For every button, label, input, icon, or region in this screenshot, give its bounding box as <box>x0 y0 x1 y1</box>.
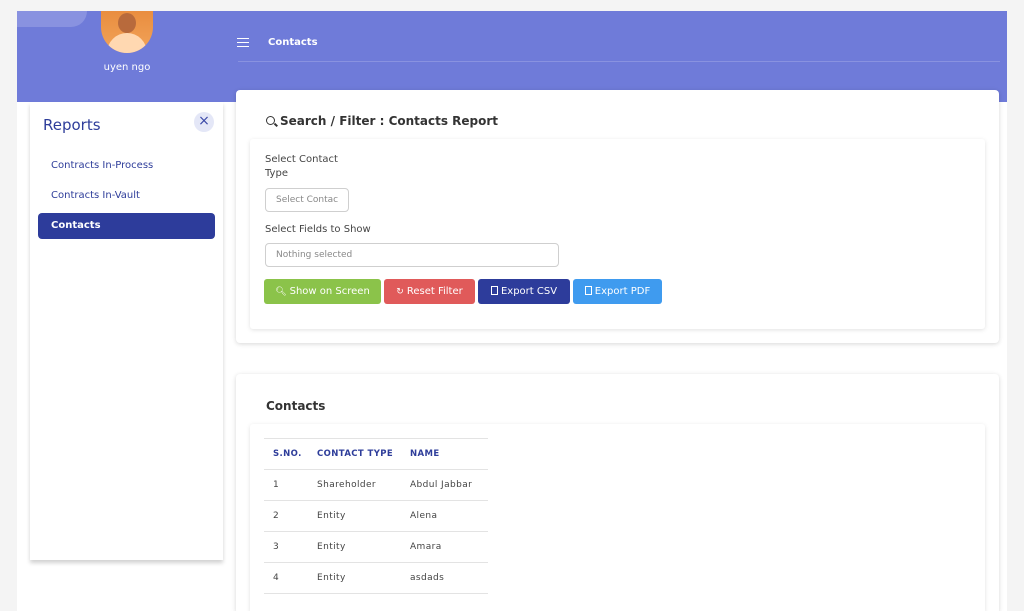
cell-contact-type: Shareholder <box>308 469 401 501</box>
show-on-screen-button[interactable]: 🔍︎ Show on Screen <box>264 279 381 304</box>
close-icon[interactable]: × <box>194 112 214 132</box>
table-row: 1 Shareholder Abdul Jabbar <box>264 469 488 501</box>
avatar-body <box>107 33 147 53</box>
cell-sno: 4 <box>264 562 308 594</box>
sidebar-item-contracts-in-process[interactable]: Contracts In-Process <box>38 153 215 179</box>
results-title: Contacts <box>266 399 326 413</box>
reset-filter-button[interactable]: ↻ Reset Filter <box>384 279 475 304</box>
table-header-row: S.NO. CONTACT TYPE NAME <box>264 438 488 470</box>
menu-icon[interactable] <box>237 38 249 47</box>
export-csv-button[interactable]: Export CSV <box>478 279 570 304</box>
cell-sno: 1 <box>264 469 308 501</box>
user-name: uyen ngo <box>103 62 151 73</box>
avatar-head <box>118 13 136 33</box>
file-icon <box>490 286 498 295</box>
column-header-name[interactable]: NAME <box>401 438 488 470</box>
cell-sno: 3 <box>264 531 308 563</box>
cell-contact-type: Entity <box>308 531 401 563</box>
cell-name: Amara <box>401 531 488 563</box>
filter-card-title: Search / Filter : Contacts Report <box>266 114 498 128</box>
column-header-contact-type[interactable]: CONTACT TYPE <box>308 438 401 470</box>
cell-sno: 2 <box>264 500 308 532</box>
filter-title-text: Search / Filter : Contacts Report <box>280 114 499 128</box>
search-icon: 🔍︎ <box>275 287 287 297</box>
cell-contact-type: Entity <box>308 562 401 594</box>
search-icon <box>266 116 275 125</box>
fields-select[interactable]: Nothing selected <box>265 243 559 267</box>
cell-contact-type: Entity <box>308 500 401 532</box>
header-decoration <box>17 11 87 27</box>
cell-name: asdads <box>401 562 488 594</box>
filter-card: Search / Filter : Contacts Report Select… <box>236 90 999 343</box>
show-button-label: Show on Screen <box>289 286 370 297</box>
top-header <box>17 11 1007 102</box>
avatar[interactable] <box>101 11 153 53</box>
table-row: 3 Entity Amara <box>264 531 488 563</box>
contacts-table: S.NO. CONTACT TYPE NAME 1 Shareholder Ab… <box>264 438 488 594</box>
fields-label: Select Fields to Show <box>265 224 371 235</box>
reset-button-label: Reset Filter <box>406 286 463 297</box>
header-divider <box>238 61 1000 62</box>
pdf-button-label: Export PDF <box>594 286 651 297</box>
file-pdf-icon <box>584 286 592 295</box>
sidebar-item-contacts[interactable]: Contacts <box>38 213 215 239</box>
contact-type-label: Select Contact Type <box>265 154 338 179</box>
cell-name: Alena <box>401 500 488 532</box>
sidebar: Reports × Contracts In-Process Contracts… <box>30 102 223 560</box>
export-pdf-button[interactable]: Export PDF <box>573 279 662 304</box>
cell-name: Abdul Jabbar <box>401 469 488 501</box>
table-row: 2 Entity Alena <box>264 500 488 532</box>
csv-button-label: Export CSV <box>500 286 558 297</box>
page-title: Contacts <box>268 37 318 48</box>
results-card: Contacts S.NO. CONTACT TYPE NAME 1 Share… <box>236 374 999 611</box>
sidebar-title: Reports <box>43 116 101 134</box>
table-row: 4 Entity asdads <box>264 562 488 594</box>
results-panel: S.NO. CONTACT TYPE NAME 1 Shareholder Ab… <box>250 424 985 611</box>
sidebar-item-contracts-in-vault[interactable]: Contracts In-Vault <box>38 183 215 209</box>
column-header-sno[interactable]: S.NO. <box>264 438 308 470</box>
filter-panel: Select Contact Type Select Contac Select… <box>250 139 985 329</box>
contact-type-select[interactable]: Select Contac <box>265 188 349 212</box>
refresh-icon: ↻ <box>396 287 404 297</box>
